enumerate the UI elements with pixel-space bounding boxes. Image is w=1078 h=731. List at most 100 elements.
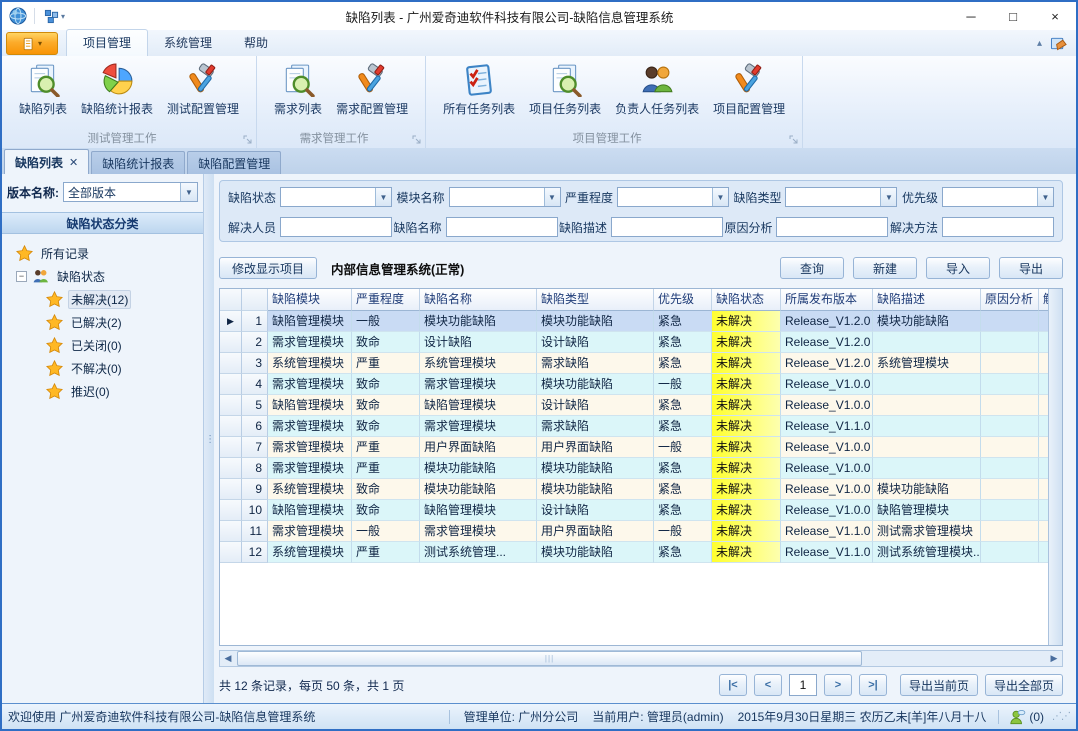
filter-priority-select[interactable]: ▼ bbox=[942, 187, 1054, 207]
chevron-down-icon[interactable]: ▼ bbox=[544, 188, 560, 206]
dialog-launcher-icon[interactable] bbox=[789, 135, 799, 145]
filter-module-name-select[interactable]: ▼ bbox=[449, 187, 561, 207]
doc-tab-defect-stats-report[interactable]: 缺陷统计报表 bbox=[91, 151, 185, 174]
table-row[interactable]: 6需求管理模块致命需求管理模块需求缺陷紧急未解决Release_V1.1.0 bbox=[220, 416, 1063, 437]
table-row[interactable]: 5缺陷管理模块致命缺陷管理模块设计缺陷紧急未解决Release_V1.0.0 bbox=[220, 395, 1063, 416]
chevron-down-icon[interactable]: ▼ bbox=[375, 188, 391, 206]
ribbon-button-test-config-mgmt[interactable]: 测试配置管理 bbox=[160, 60, 246, 120]
collapse-ribbon-icon[interactable]: ▴ bbox=[1037, 38, 1042, 49]
dialog-launcher-icon[interactable] bbox=[412, 135, 422, 145]
table-row[interactable]: 3系统管理模块严重系统管理模块需求缺陷紧急未解决Release_V1.2.0系统… bbox=[220, 353, 1063, 374]
first-page-button[interactable]: |< bbox=[719, 674, 747, 696]
resize-grip-icon[interactable]: ⋰⋰ bbox=[1052, 711, 1070, 722]
filter-defect-type-select[interactable]: ▼ bbox=[785, 187, 897, 207]
ribbon-tab-system-mgmt[interactable]: 系统管理 bbox=[148, 30, 228, 56]
table-row[interactable]: 10缺陷管理模块致命缺陷管理模块设计缺陷紧急未解决Release_V1.0.0缺… bbox=[220, 500, 1063, 521]
tree-item-wont-fix[interactable]: 不解决(0) bbox=[2, 357, 203, 380]
chevron-down-icon[interactable]: ▼ bbox=[712, 188, 728, 206]
chevron-down-icon[interactable]: ▼ bbox=[180, 183, 197, 201]
table-row[interactable]: 4需求管理模块致命需求管理模块模块功能缺陷一般未解决Release_V1.0.0 bbox=[220, 374, 1063, 395]
tree-item-postponed[interactable]: 推迟(0) bbox=[2, 380, 203, 403]
version-select[interactable]: 全部版本 ▼ bbox=[63, 182, 198, 202]
ribbon-button-defect-list[interactable]: 缺陷列表 bbox=[12, 60, 74, 120]
scroll-left-icon[interactable]: ◀ bbox=[220, 651, 236, 666]
filter-defect-status-select[interactable]: ▼ bbox=[280, 187, 392, 207]
filter-defect-name-input[interactable] bbox=[446, 217, 558, 237]
ribbon-button-owner-tasks-list[interactable]: 负责人任务列表 bbox=[608, 60, 706, 120]
chevron-down-icon[interactable]: ▼ bbox=[880, 188, 896, 206]
dialog-launcher-icon[interactable] bbox=[243, 135, 253, 145]
table-row[interactable]: 7需求管理模块严重用户界面缺陷用户界面缺陷一般未解决Release_V1.0.0 bbox=[220, 437, 1063, 458]
vertical-scrollbar[interactable] bbox=[1048, 289, 1062, 645]
close-button[interactable]: × bbox=[1034, 2, 1076, 30]
ribbon-button-defect-stats-report[interactable]: 缺陷统计报表 bbox=[74, 60, 160, 120]
new-button[interactable]: 新建 bbox=[853, 257, 917, 279]
ribbon-button-requirement-list[interactable]: 需求列表 bbox=[267, 60, 329, 120]
filter-defect-desc-input[interactable] bbox=[611, 217, 723, 237]
column-header[interactable]: 缺陷状态 bbox=[712, 289, 781, 311]
ribbon-button-requirement-config-mgmt[interactable]: 需求配置管理 bbox=[329, 60, 415, 120]
ribbon-button-project-tasks-list[interactable]: 项目任务列表 bbox=[522, 60, 608, 120]
application-menu-button[interactable]: ▾ bbox=[6, 32, 58, 55]
filter-solution-input[interactable] bbox=[942, 217, 1054, 237]
table-row[interactable]: 9系统管理模块致命模块功能缺陷模块功能缺陷紧急未解决Release_V1.0.0… bbox=[220, 479, 1063, 500]
tree-item-all-records[interactable]: 所有记录 bbox=[2, 242, 203, 265]
query-button[interactable]: 查询 bbox=[780, 257, 844, 279]
defect-grid[interactable]: 缺陷模块严重程度缺陷名称缺陷类型优先级缺陷状态所属发布版本缺陷描述原因分析解决方… bbox=[219, 288, 1063, 646]
ribbon-button-all-tasks-list[interactable]: 所有任务列表 bbox=[436, 60, 522, 120]
table-row[interactable]: 12系统管理模块严重测试系统管理...模块功能缺陷紧急未解决Release_V1… bbox=[220, 542, 1063, 563]
export-current-page-button[interactable]: 导出当前页 bbox=[900, 674, 978, 696]
scrollbar-thumb[interactable]: ||| bbox=[237, 651, 862, 666]
scroll-right-icon[interactable]: ▶ bbox=[1046, 651, 1062, 666]
tree-item-unresolved[interactable]: 未解决(12) bbox=[2, 288, 203, 311]
ribbon-button-project-config-mgmt[interactable]: 项目配置管理 bbox=[706, 60, 792, 120]
panel-splitter[interactable]: ⋯ bbox=[204, 174, 214, 703]
app-logo-icon[interactable] bbox=[7, 6, 29, 26]
export-button[interactable]: 导出 bbox=[999, 257, 1063, 279]
close-tab-icon[interactable]: ✕ bbox=[69, 156, 78, 169]
prev-page-button[interactable]: < bbox=[754, 674, 782, 696]
chevron-down-icon: ▾ bbox=[38, 39, 42, 48]
page-number-input[interactable]: 1 bbox=[789, 674, 817, 696]
ribbon-tab-help[interactable]: 帮助 bbox=[228, 30, 284, 56]
table-row[interactable]: 8需求管理模块严重模块功能缺陷模块功能缺陷紧急未解决Release_V1.0.0 bbox=[220, 458, 1063, 479]
app-window: ▾ 缺陷列表 - 广州爱奇迪软件科技有限公司-缺陷信息管理系统 ─ □ × ▾ … bbox=[0, 0, 1078, 731]
filter-resolver-input[interactable] bbox=[280, 217, 392, 237]
table-cell: Release_V1.0.0 bbox=[781, 479, 873, 500]
column-header[interactable]: 严重程度 bbox=[352, 289, 420, 311]
next-page-button[interactable]: > bbox=[824, 674, 852, 696]
doc-tab-defect-list[interactable]: 缺陷列表✕ bbox=[4, 149, 89, 174]
help-icon[interactable] bbox=[1050, 35, 1068, 52]
quick-access-toolbar-icon[interactable]: ▾ bbox=[40, 9, 69, 24]
minimize-button[interactable]: ─ bbox=[950, 2, 992, 30]
modify-display-items-button[interactable]: 修改显示项目 bbox=[219, 257, 317, 279]
maximize-button[interactable]: □ bbox=[992, 2, 1034, 30]
column-header[interactable]: 缺陷名称 bbox=[420, 289, 537, 311]
ribbon-tab-project-mgmt[interactable]: 项目管理 bbox=[66, 29, 148, 56]
table-cell: 模块功能缺陷 bbox=[873, 479, 981, 500]
column-header[interactable]: 缺陷描述 bbox=[873, 289, 981, 311]
tree-item-defect-status[interactable]: −缺陷状态 bbox=[2, 265, 203, 288]
doc-tab-defect-config-mgmt[interactable]: 缺陷配置管理 bbox=[187, 151, 281, 174]
tree-item-resolved[interactable]: 已解决(2) bbox=[2, 311, 203, 334]
table-row[interactable]: ▶1缺陷管理模块一般模块功能缺陷模块功能缺陷紧急未解决Release_V1.2.… bbox=[220, 311, 1063, 332]
last-page-button[interactable]: >| bbox=[859, 674, 887, 696]
table-cell: 系统管理模块 bbox=[420, 353, 537, 374]
export-all-pages-button[interactable]: 导出全部页 bbox=[985, 674, 1063, 696]
column-header[interactable]: 原因分析 bbox=[981, 289, 1039, 311]
collapse-node-icon[interactable]: − bbox=[16, 271, 27, 282]
tree-item-closed[interactable]: 已关闭(0) bbox=[2, 334, 203, 357]
column-header[interactable]: 优先级 bbox=[654, 289, 712, 311]
filter-group: 缺陷状态▼ bbox=[228, 187, 392, 207]
column-header[interactable]: 缺陷类型 bbox=[537, 289, 654, 311]
filter-cause-analysis-input[interactable] bbox=[776, 217, 888, 237]
column-header[interactable]: 所属发布版本 bbox=[781, 289, 873, 311]
message-indicator[interactable]: (0) bbox=[1009, 709, 1044, 725]
chevron-down-icon[interactable]: ▼ bbox=[1037, 188, 1053, 206]
column-header[interactable]: 缺陷模块 bbox=[268, 289, 352, 311]
horizontal-scrollbar[interactable]: ◀ ||| ▶ bbox=[219, 650, 1063, 667]
table-row[interactable]: 11需求管理模块一般需求管理模块用户界面缺陷一般未解决Release_V1.1.… bbox=[220, 521, 1063, 542]
filter-severity-select[interactable]: ▼ bbox=[617, 187, 729, 207]
import-button[interactable]: 导入 bbox=[926, 257, 990, 279]
table-row[interactable]: 2需求管理模块致命设计缺陷设计缺陷紧急未解决Release_V1.2.0 bbox=[220, 332, 1063, 353]
